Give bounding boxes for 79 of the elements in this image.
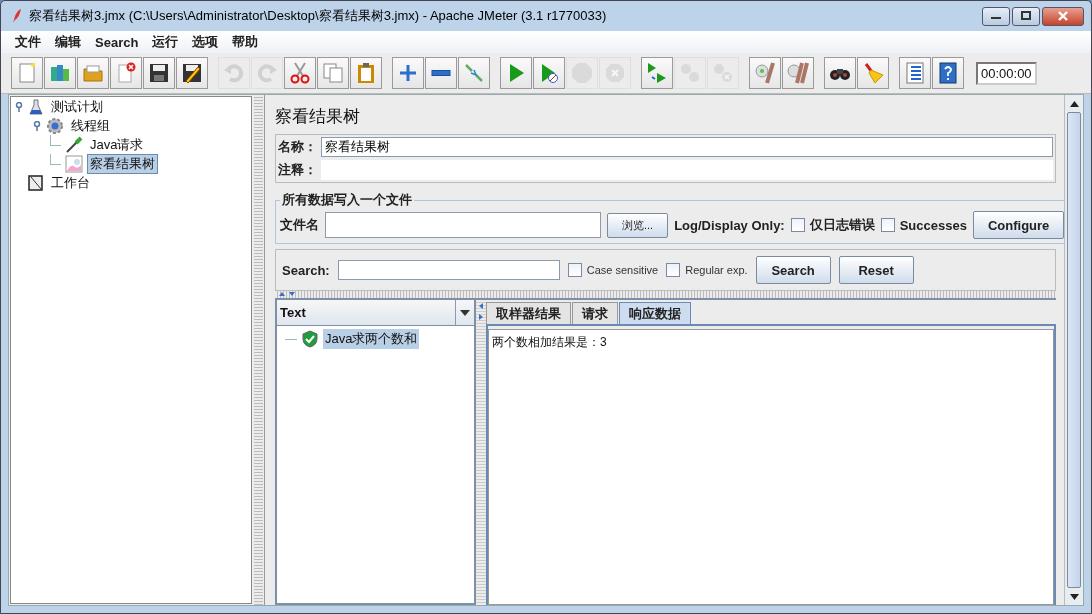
toolbar-button[interactable]: [932, 57, 964, 89]
close-button[interactable]: [1042, 6, 1084, 26]
elapsed-time: 00:00:00: [976, 61, 1037, 85]
toolbar-button[interactable]: [425, 57, 457, 89]
filename-field[interactable]: [325, 212, 601, 238]
maximize-icon: [1020, 11, 1032, 21]
checkbox-label: 仅日志错误: [809, 216, 875, 234]
search-panel-button[interactable]: Reset: [838, 256, 914, 284]
renderer-dropdown[interactable]: Text: [277, 300, 474, 326]
checkbox-label: Case sensitive: [586, 264, 659, 276]
response-text: 两个数相加结果是：3: [488, 329, 1054, 605]
splitter-arrows-icon[interactable]: [478, 302, 484, 322]
result-item[interactable]: Java求两个数和: [323, 329, 420, 349]
close-icon: [1057, 11, 1069, 21]
tree-item[interactable]: 察看结果树: [87, 153, 158, 174]
scissors-icon: [288, 61, 312, 85]
chart-icon: [65, 154, 83, 173]
maximize-button[interactable]: [1012, 6, 1040, 26]
toolbar-button[interactable]: [176, 57, 208, 89]
minimize-button[interactable]: [982, 6, 1010, 26]
menu-item[interactable]: 文件: [8, 33, 48, 51]
checkbox[interactable]: [790, 218, 805, 232]
tab[interactable]: 取样器结果: [486, 302, 571, 324]
name-field[interactable]: 察看结果树: [321, 137, 1053, 157]
field-label: 名称：: [278, 138, 317, 156]
field-label: Log/Display Only:: [674, 217, 785, 233]
scroll-thumb[interactable]: [1067, 112, 1081, 588]
caret-icon: [460, 309, 470, 316]
notepad-icon: [28, 174, 44, 191]
menu-item[interactable]: 运行: [145, 33, 186, 51]
scroll-up-icon[interactable]: [1069, 100, 1079, 107]
group-title: 所有数据写入一个文件: [281, 191, 413, 209]
search-panel-button[interactable]: Search: [755, 256, 831, 284]
menu-item[interactable]: 选项: [185, 33, 226, 51]
tab[interactable]: 响应数据: [619, 302, 691, 324]
broom-gear-icon: [753, 61, 777, 85]
shield-check-icon: [302, 330, 318, 348]
pipette-icon: [65, 135, 83, 154]
floppy-pencil-icon: [180, 61, 204, 85]
gear-icon: [46, 116, 64, 135]
menu-item[interactable]: 编辑: [48, 33, 88, 51]
flask-icon: [28, 98, 44, 115]
menu-item[interactable]: 帮助: [225, 33, 266, 51]
scrollbar[interactable]: [1064, 95, 1083, 605]
tree-item[interactable]: 测试计划: [48, 96, 106, 117]
panel-title: 察看结果树: [275, 106, 361, 128]
checkbox-label: Regular exp.: [685, 264, 748, 276]
splitter-arrows-icon[interactable]: [277, 291, 297, 297]
tree-item[interactable]: 线程组: [68, 115, 113, 136]
tab[interactable]: 请求: [572, 302, 618, 324]
octagon-x-icon: [603, 61, 627, 85]
checkbox[interactable]: [880, 218, 895, 232]
browse-button[interactable]: 浏览...: [607, 212, 669, 238]
brooms-gear-icon: [786, 61, 810, 85]
tree-handle-icon[interactable]: [32, 120, 42, 131]
checkbox[interactable]: [666, 263, 681, 277]
toolbar-button[interactable]: [824, 57, 856, 89]
scroll-down-icon[interactable]: [1069, 593, 1079, 600]
copy-icon: [321, 61, 345, 85]
field-label: 注释：: [278, 161, 317, 179]
window-title: 察看结果树3.jmx (C:\Users\Administrator\Desktop\察看结果树3.jmx) - Apache JMeter (3.1 r1770033): [29, 7, 607, 25]
menu-item[interactable]: Search: [88, 34, 146, 50]
checkbox[interactable]: [567, 263, 582, 277]
field-label: 文件名: [280, 216, 319, 234]
list-icon: [903, 61, 927, 85]
configure-button[interactable]: Configure: [972, 211, 1065, 239]
remote-shutdown-icon: [711, 61, 735, 85]
search-field[interactable]: [337, 260, 560, 280]
field-label: Search:: [282, 262, 330, 278]
undo-icon: [222, 61, 246, 85]
checkbox-label: Successes: [899, 217, 967, 233]
help-icon: [936, 61, 960, 85]
feather-icon: [11, 8, 23, 24]
redo-icon: [255, 61, 279, 85]
minus-icon: [429, 69, 453, 77]
tree-handle-icon[interactable]: [14, 101, 24, 112]
toolbar-button[interactable]: [143, 57, 175, 89]
tree-item[interactable]: 工作台: [48, 172, 93, 193]
tree-item[interactable]: Java请求: [87, 134, 147, 155]
